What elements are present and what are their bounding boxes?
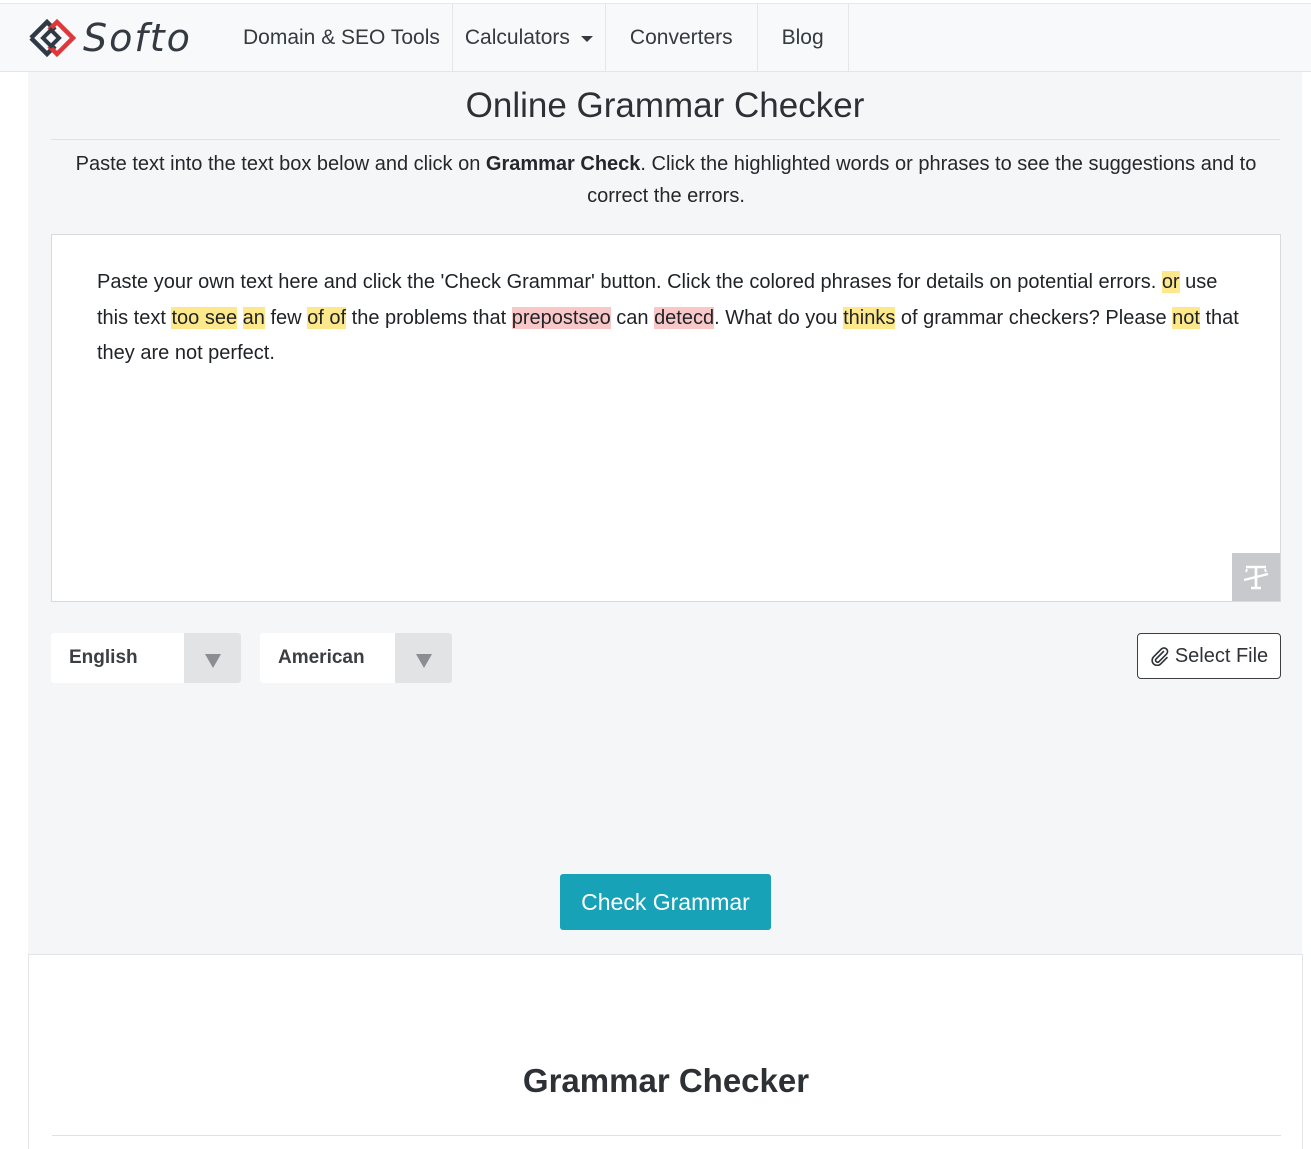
info-section: Grammar Checker xyxy=(28,954,1303,1149)
select-file-label: Select File xyxy=(1174,644,1269,667)
dropdown-arrow[interactable] xyxy=(184,633,241,683)
nav-domain-seo-tools[interactable]: Domain & SEO Tools xyxy=(228,4,453,71)
editor-text-segment: Paste your own text here and click the '… xyxy=(97,271,1162,293)
editor-text-segment: can xyxy=(610,306,655,329)
grammar-issue-highlight[interactable]: too see xyxy=(171,306,238,329)
divider xyxy=(51,139,1280,140)
diamond-chevron-logo-icon xyxy=(29,18,77,57)
editor-text-segment xyxy=(237,307,243,329)
nav-converters[interactable]: Converters xyxy=(606,4,758,71)
nav-calculators-dropdown[interactable]: Calculators xyxy=(453,4,606,71)
text-editor[interactable]: Paste your own text here and click the '… xyxy=(51,234,1281,602)
intro-after: . Click the highlighted words or phrases… xyxy=(587,153,1257,207)
brand-name: Softo xyxy=(83,15,192,60)
intro-text: Paste text into the text box below and c… xyxy=(46,148,1286,212)
grammar-issue-highlight[interactable]: or xyxy=(1161,271,1180,293)
language-select[interactable]: English xyxy=(51,633,241,683)
grammar-issue-highlight[interactable]: thinks xyxy=(843,306,896,329)
divider xyxy=(52,1135,1281,1136)
editor-text-segment: . What do you xyxy=(714,306,844,329)
top-navbar: Softo Domain & SEO Tools Calculators Con… xyxy=(0,3,1311,72)
editor-content[interactable]: Paste your own text here and click the '… xyxy=(97,265,1242,372)
editor-text-segment: of grammar checkers? Please xyxy=(895,306,1173,329)
dropdown-arrow[interactable] xyxy=(395,633,452,683)
select-file-button[interactable]: Select File xyxy=(1137,633,1281,679)
triangle-down-icon xyxy=(415,654,432,668)
language-select-value: English xyxy=(69,647,138,668)
intro-before: Paste text into the text box below and c… xyxy=(75,153,486,175)
clear-format-button[interactable] xyxy=(1232,553,1280,601)
page-title: Online Grammar Checker xyxy=(465,86,865,125)
paperclip-icon xyxy=(1151,647,1169,666)
editor-text-segment: few xyxy=(264,306,308,329)
nav-label: Domain & SEO Tools xyxy=(243,25,440,49)
grammar-issue-highlight[interactable]: not xyxy=(1172,306,1200,329)
nav-label: Converters xyxy=(629,25,733,49)
caret-down-icon xyxy=(580,35,593,42)
clear-format-icon xyxy=(1243,565,1269,590)
nav-label: Blog xyxy=(781,25,824,49)
dialect-select-value: American xyxy=(278,647,365,668)
spelling-error-highlight[interactable]: prepostseo xyxy=(511,306,611,329)
spelling-error-highlight[interactable]: detecd xyxy=(654,306,715,329)
check-grammar-button[interactable]: Check Grammar xyxy=(560,874,771,930)
dialect-select[interactable]: American xyxy=(260,633,452,683)
editor-text-segment: the problems that xyxy=(346,306,512,329)
intro-bold: Grammar Check xyxy=(485,153,641,175)
triangle-down-icon xyxy=(204,654,221,668)
grammar-issue-highlight[interactable]: an xyxy=(242,306,265,329)
section-title: Grammar Checker xyxy=(522,1062,810,1099)
nav-label: Calculators xyxy=(464,25,570,49)
nav-blog[interactable]: Blog xyxy=(758,4,849,71)
grammar-checker-panel: Online Grammar Checker Paste text into t… xyxy=(28,72,1302,955)
grammar-issue-highlight[interactable]: of of xyxy=(307,306,347,329)
brand-logo[interactable]: Softo xyxy=(0,4,228,71)
